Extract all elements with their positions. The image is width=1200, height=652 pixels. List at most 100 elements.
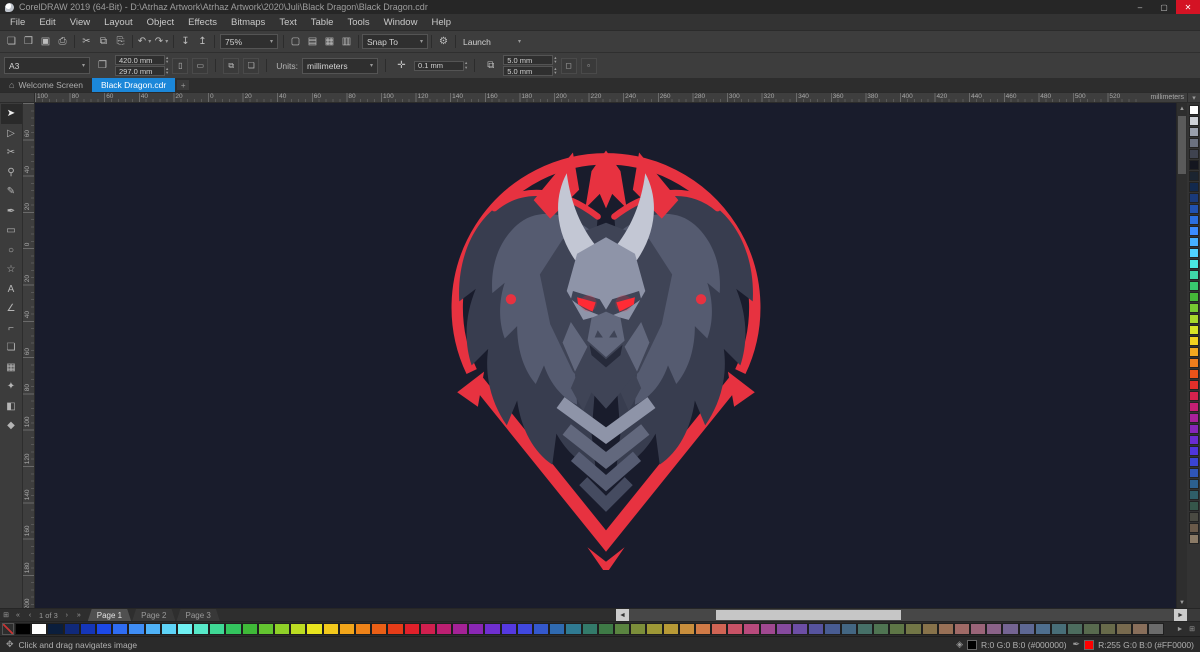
connector-tool[interactable]: ⌐ [1,319,22,339]
redo-dropdown-icon[interactable]: ▾ [165,38,168,45]
color-swatch[interactable] [354,623,372,635]
ellipse-tool[interactable]: ○ [1,241,22,261]
color-swatch[interactable] [1188,270,1199,280]
color-swatch[interactable] [1188,479,1199,489]
menu-item[interactable]: Tools [340,17,376,28]
current-page-button[interactable]: ❏ [243,57,260,74]
shape-tool[interactable]: ▷ [1,124,22,144]
color-swatch[interactable] [1188,336,1199,346]
color-swatch[interactable] [225,623,242,635]
menu-item[interactable]: Bitmaps [224,17,272,28]
page-tab[interactable]: Page 2 [132,609,176,621]
smart-fill-tool[interactable]: ◆ [1,416,22,436]
color-swatch[interactable] [1051,623,1068,635]
color-swatch[interactable] [1148,623,1165,635]
more-options-button[interactable]: ▫ [580,57,597,74]
horizontal-scroll-thumb[interactable] [716,610,902,620]
color-swatch[interactable] [209,623,226,635]
color-swatch[interactable] [1188,248,1199,258]
color-eyedropper-tool[interactable]: ✦ [1,377,22,397]
color-swatch[interactable] [1188,182,1199,192]
color-swatch[interactable] [1188,358,1199,368]
color-swatch[interactable] [743,623,760,635]
color-swatch[interactable] [678,623,695,635]
no-color-swatch[interactable] [2,623,14,635]
color-swatch[interactable] [1188,215,1199,225]
freehand-tool[interactable]: ✎ [1,182,22,202]
color-swatch[interactable] [1115,623,1132,635]
height-spinner[interactable]: ▴ ▾ [166,66,168,76]
horizontal-ruler[interactable]: 100 80 60 40 20 0 20 40 60 80 100 120 140 160 180 200 22… [35,93,1141,102]
color-swatch[interactable] [1188,468,1199,478]
next-page-button[interactable]: › [61,609,73,621]
duplicate-y-field[interactable]: 5.0 mm [503,66,554,76]
show-rulers-button[interactable]: ▤ [304,33,321,50]
portrait-button[interactable]: ▯ [172,57,189,74]
parallel-dimension-tool[interactable]: ∠ [1,299,22,319]
fill-color-indicator[interactable]: ◈ R:0 G:0 B:0 (#000000) [956,639,1067,650]
color-swatch[interactable] [322,623,339,635]
transparency-tool[interactable]: ▦ [1,358,22,378]
color-swatch[interactable] [921,623,938,635]
tab-welcome-screen[interactable]: ⌂ Welcome Screen [0,78,92,92]
last-page-button[interactable]: » [73,609,85,621]
vertical-scrollbar[interactable]: ▲ ▼ [1176,103,1187,608]
color-swatch[interactable] [727,623,744,635]
color-swatch[interactable] [144,623,161,635]
color-swatch[interactable] [953,623,971,635]
color-swatch[interactable] [1083,623,1100,635]
color-swatch[interactable] [419,623,436,635]
menu-item[interactable]: Table [304,17,341,28]
nudge-distance-field[interactable]: 0.1 mm [414,60,464,71]
show-grid-button[interactable]: ▦ [321,33,338,50]
color-swatch[interactable] [824,623,841,635]
color-swatch[interactable] [79,623,96,635]
color-swatch[interactable] [1188,446,1199,456]
color-swatch[interactable] [1188,413,1199,423]
page-width-field[interactable]: 420.0 mm [115,55,165,65]
color-swatch[interactable] [1034,623,1051,635]
launch-dropdown[interactable]: Launch ▾ [459,34,525,49]
color-swatch[interactable] [160,623,177,635]
text-tool[interactable]: A [1,280,22,300]
open-button[interactable]: ❒ [20,33,37,50]
color-swatch[interactable] [1188,116,1199,126]
color-swatch[interactable] [597,623,614,635]
save-button[interactable]: ▣ [37,33,54,50]
color-swatch[interactable] [1099,623,1116,635]
color-swatch[interactable] [31,623,48,635]
duplicate-x-spinner[interactable]: ▴ ▾ [554,55,556,65]
color-swatch[interactable] [565,623,582,635]
color-swatch[interactable] [1188,457,1199,467]
artistic-media-tool[interactable]: ✒ [1,202,22,222]
color-swatch[interactable] [1188,424,1199,434]
zoom-tool[interactable]: ⚲ [1,163,22,183]
units-combo[interactable]: millimeters ▾ [302,57,378,74]
color-swatch[interactable] [1188,303,1199,313]
menu-item[interactable]: Text [272,17,303,28]
color-swatch[interactable] [468,623,485,635]
color-swatch[interactable] [1188,204,1199,214]
page-tab[interactable]: Page 3 [176,609,220,621]
menu-item[interactable]: Help [424,17,458,28]
color-swatch[interactable] [435,623,453,635]
page-tab[interactable]: Page 1 [87,609,132,621]
menu-item[interactable]: File [3,17,32,28]
scroll-up-icon[interactable]: ▲ [1177,103,1187,114]
color-swatch[interactable] [403,623,420,635]
color-swatch[interactable] [905,623,922,635]
rectangle-tool[interactable]: ▭ [1,221,22,241]
landscape-button[interactable]: ▭ [192,57,209,74]
palette-expand-icon[interactable]: ⊞ [1186,623,1198,635]
vertical-ruler[interactable]: 60 40 20 0 20 40 60 80 100 120 140 160 180 200 [23,103,35,608]
color-swatch[interactable] [856,623,873,635]
color-swatch[interactable] [387,623,404,635]
snap-to-dropdown[interactable]: Snap To ▾ [362,34,428,49]
color-swatch[interactable] [500,623,517,635]
color-swatch[interactable] [95,623,113,635]
menu-item[interactable]: Effects [181,17,224,28]
palette-scroll-right-icon[interactable]: ► [1174,623,1186,635]
color-swatch[interactable] [338,623,355,635]
color-swatch[interactable] [1188,534,1199,544]
minimize-button[interactable]: – [1128,0,1152,14]
